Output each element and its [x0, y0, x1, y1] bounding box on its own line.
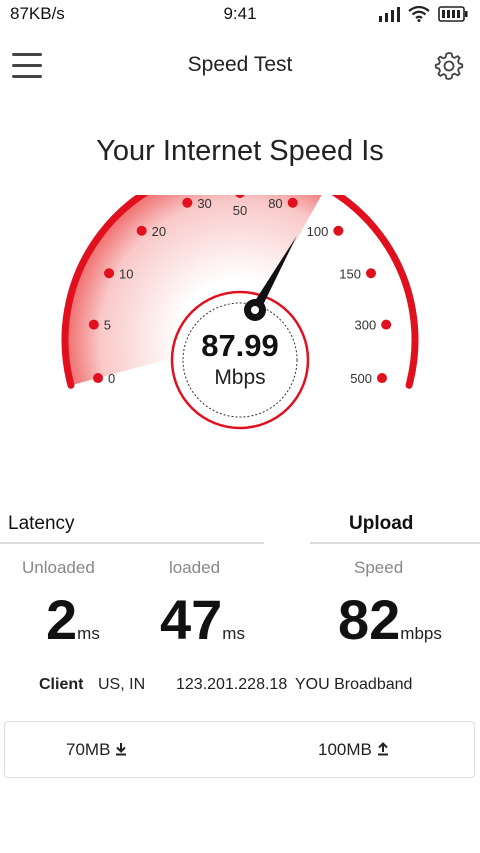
- upload-speed-label: Speed: [354, 558, 404, 577]
- gauge-tick-dot: [93, 373, 104, 384]
- gauge-tick-label: 30: [197, 196, 211, 211]
- unloaded-unit: ms: [77, 624, 100, 643]
- gauge-tick-dot: [182, 197, 193, 208]
- upload-amount: 100MB: [318, 740, 372, 759]
- download-usage: 70MB: [66, 740, 127, 760]
- speed-value: 87.99: [201, 328, 279, 363]
- gear-icon: [434, 52, 464, 80]
- gauge-tick-label: 20: [152, 224, 166, 239]
- gauge-tick-label: 150: [339, 266, 361, 281]
- upload-divider: [310, 542, 480, 544]
- loaded-value: 47: [160, 588, 223, 651]
- status-icons: [378, 6, 468, 22]
- unloaded-label: Unloaded: [22, 558, 95, 577]
- gauge-tick-label: 50: [233, 203, 247, 218]
- wifi-icon: [408, 6, 430, 22]
- speed-readout: 87.99 Mbps: [170, 296, 310, 426]
- gauge-tick-dot: [381, 319, 392, 330]
- gauge-tick-label: 80: [268, 196, 282, 211]
- latency-divider: [0, 542, 264, 544]
- upload-usage: 100MB: [318, 740, 389, 760]
- gauge-tick-dot: [333, 225, 344, 236]
- latency-title: Latency: [8, 513, 75, 534]
- download-arrow-icon: [116, 743, 127, 756]
- upload-speed: 82mbps: [338, 588, 442, 666]
- unloaded-latency: 2ms: [46, 588, 100, 666]
- battery-icon: [438, 6, 468, 22]
- gauge-tick-label: 100: [307, 224, 329, 239]
- loaded-unit: ms: [222, 624, 245, 643]
- speed-unit: Mbps: [214, 366, 266, 389]
- loaded-latency: 47ms: [160, 588, 245, 666]
- signal-icon: [379, 7, 400, 22]
- download-amount: 70MB: [66, 740, 111, 759]
- headline: Your Internet Speed Is: [96, 135, 384, 167]
- gauge-tick-label: 0: [108, 371, 115, 386]
- loaded-label: loaded: [169, 558, 221, 577]
- gauge-tick-label: 10: [119, 266, 133, 281]
- gauge-tick-label: 500: [350, 371, 372, 386]
- upload-speed-value: 82: [338, 588, 401, 651]
- status-bar: 87KB/s 9:41: [0, 0, 480, 30]
- gauge-tick-label: 5: [104, 318, 111, 333]
- client-location: US, IN: [98, 676, 146, 693]
- gauge-tick-dot: [376, 373, 387, 384]
- client-label: Client: [39, 676, 84, 693]
- upload-arrow-icon: [377, 742, 388, 756]
- client-ip: 123.201.228.18: [176, 676, 288, 693]
- gauge-tick-dot: [88, 319, 99, 330]
- page-title: Speed Test: [187, 53, 293, 76]
- upload-speed-unit: mbps: [400, 624, 442, 643]
- gauge-tick-dot: [136, 225, 147, 236]
- gauge-tick-dot: [104, 268, 115, 279]
- gauge-tick-dot: [365, 268, 376, 279]
- client-isp: YOU Broadband: [295, 676, 413, 693]
- unloaded-value: 2: [46, 588, 78, 651]
- upload-title: Upload: [349, 513, 414, 534]
- gauge-tick-dot: [287, 197, 298, 208]
- settings-button[interactable]: [433, 50, 465, 82]
- gauge-tick-label: 300: [354, 318, 376, 333]
